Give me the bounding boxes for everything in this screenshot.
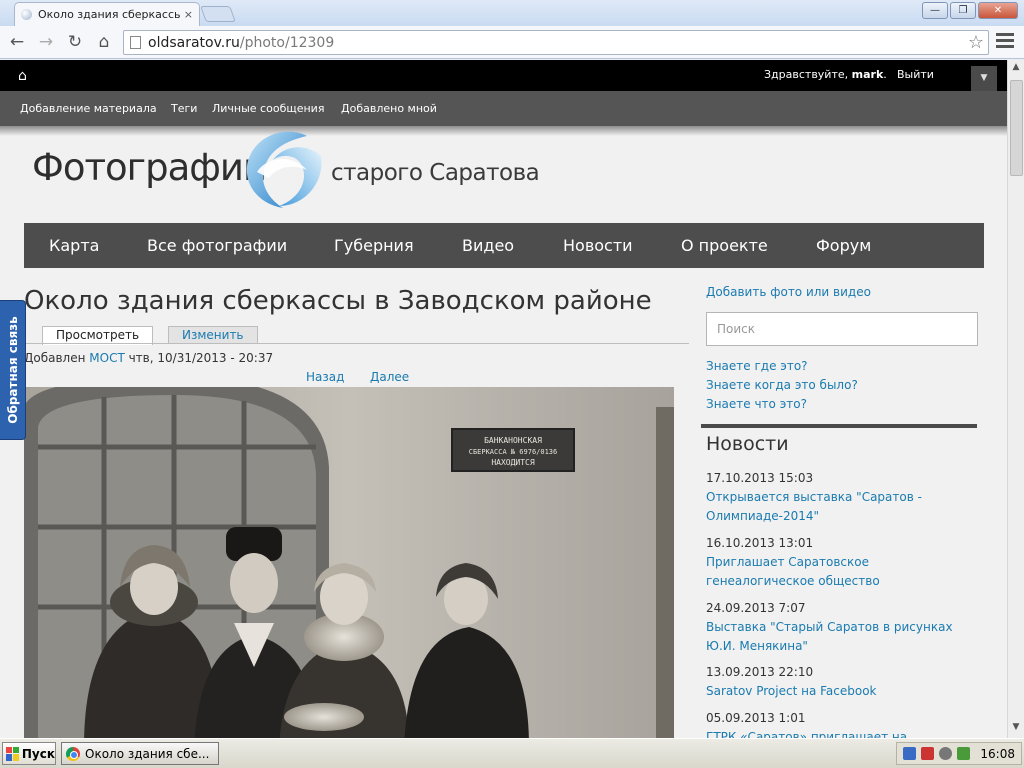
news-item-link[interactable]: Saratov Project на Facebook	[706, 682, 981, 701]
taskbar-item-label: Около здания сбе...	[85, 746, 210, 761]
submitted-date: чтв, 10/31/2013 - 20:37	[124, 351, 274, 365]
main-navigation: Карта Все фотографии Губерния Видео Ново…	[24, 223, 984, 268]
feedback-button[interactable]: Обратная связь	[0, 300, 26, 440]
nav-province[interactable]: Губерния	[334, 236, 414, 255]
page-icon	[130, 36, 141, 49]
address-bar[interactable]: oldsaratov.ru/photo/12309 ☆	[123, 30, 989, 55]
site-home-icon[interactable]: ⌂	[18, 68, 27, 84]
scroll-down-icon[interactable]: ▼	[1010, 722, 1022, 736]
taskbar-item-chrome[interactable]: Около здания сбе...	[61, 742, 219, 765]
forward-icon[interactable]: →	[35, 32, 57, 52]
next-link[interactable]: Далее	[370, 370, 409, 384]
back-icon[interactable]: ←	[6, 32, 28, 52]
system-tray: 16:08	[896, 742, 1022, 765]
nav-forum[interactable]: Форум	[816, 236, 871, 255]
admin-item-tags[interactable]: Теги	[171, 102, 197, 115]
nav-video[interactable]: Видео	[462, 236, 514, 255]
url-path: /photo/12309	[239, 34, 335, 51]
start-label: Пуск	[21, 746, 55, 761]
link-know-when[interactable]: Знаете когда это было?	[706, 378, 858, 392]
update-icon[interactable]	[957, 747, 970, 760]
admin-item-add-content[interactable]: Добавление материала	[20, 102, 157, 115]
browser-toolbar: ← → ↻ ⌂ oldsaratov.ru/photo/12309 ☆	[0, 26, 1024, 59]
user-greeting: Здравствуйте, mark.	[764, 68, 887, 81]
chrome-icon	[66, 746, 80, 761]
bookmark-star-icon[interactable]: ☆	[968, 32, 984, 53]
news-item-link[interactable]: ГТРК «Саратов» приглашает на	[706, 728, 981, 738]
plaque-line-2: СБЕРКАССА № 6976/0136	[469, 448, 558, 456]
news-item-link[interactable]: Открывается выставка "Саратов - Олимпиад…	[706, 488, 981, 526]
news-date: 05.09.2013 1:01	[706, 711, 806, 725]
submitted-info: Добавлен МОСТ чтв, 10/31/2013 - 20:37	[24, 351, 273, 365]
close-window-button[interactable]: ✕	[978, 2, 1018, 19]
home-icon[interactable]: ⌂	[93, 32, 115, 52]
username[interactable]: mark	[852, 68, 884, 81]
page-title: Около здания сберкассы в Заводском район…	[24, 286, 652, 316]
news-divider	[701, 424, 977, 428]
news-item-link[interactable]: Выставка "Старый Саратов в рисунках Ю.И.…	[706, 618, 981, 656]
greeting-text: Здравствуйте,	[764, 68, 852, 81]
plaque-line-1: БАНКАНОНСКАЯ	[484, 436, 542, 445]
window-controls: — ❐ ✕	[922, 2, 1018, 19]
browser-titlebar: Около здания сберкассы в × — ❐ ✕	[0, 0, 1024, 26]
link-know-where[interactable]: Знаете где это?	[706, 359, 808, 373]
header-shadow	[0, 126, 1007, 136]
news-item-link[interactable]: Приглашает Саратовское генеалогическое о…	[706, 553, 981, 591]
tab-edit[interactable]: Изменить	[168, 326, 258, 344]
logo-text-right[interactable]: старого Саратова	[331, 160, 540, 186]
admin-menu: Добавление материала Теги Личные сообщен…	[0, 91, 1007, 126]
news-date: 17.10.2013 15:03	[706, 471, 814, 485]
start-button[interactable]: Пуск	[2, 742, 56, 765]
news-heading: Новости	[706, 433, 789, 455]
site-user-bar: ⌂ Здравствуйте, mark. Выйти ▼	[0, 60, 1007, 91]
nav-all-photos[interactable]: Все фотографии	[147, 236, 287, 255]
add-photo-link[interactable]: Добавить фото или видео	[706, 285, 871, 299]
browser-tab-title: Около здания сберкассы в	[38, 8, 180, 21]
greeting-suffix: .	[883, 68, 887, 81]
admin-item-my-content[interactable]: Добавлено мной	[341, 102, 437, 115]
volume-icon[interactable]	[939, 747, 952, 760]
author-link[interactable]: МОСТ	[89, 351, 125, 365]
chevron-down-icon[interactable]: ▼	[971, 66, 997, 91]
plaque-line-3: НАХОДИТСЯ	[491, 458, 535, 467]
admin-item-messages[interactable]: Личные сообщения	[212, 102, 324, 115]
logo-text-left[interactable]: Фотографии	[32, 146, 267, 189]
windows-logo-icon	[6, 746, 19, 761]
nav-news[interactable]: Новости	[563, 236, 633, 255]
clock: 16:08	[980, 746, 1015, 761]
scroll-thumb[interactable]	[1010, 80, 1023, 176]
security-icon[interactable]	[921, 747, 934, 760]
main-photo[interactable]: БАНКАНОНСКАЯ СБЕРКАССА № 6976/0136 НАХОД…	[24, 387, 674, 738]
browser-tab[interactable]: Около здания сберкассы в ×	[14, 2, 200, 26]
page-scrollbar[interactable]: ▲ ▼	[1007, 60, 1024, 738]
news-date: 16.10.2013 13:01	[706, 536, 814, 550]
url-host: oldsaratov.ru	[148, 34, 240, 51]
reload-icon[interactable]: ↻	[64, 32, 86, 52]
photo-illustration: БАНКАНОНСКАЯ СБЕРКАССА № 6976/0136 НАХОД…	[24, 387, 674, 738]
logout-link[interactable]: Выйти	[897, 68, 934, 81]
news-date: 24.09.2013 7:07	[706, 601, 806, 615]
search-input[interactable]: Поиск	[706, 312, 978, 346]
link-know-what[interactable]: Знаете что это?	[706, 397, 807, 411]
minimize-button[interactable]: —	[922, 2, 948, 19]
os-taskbar: Пуск Около здания сбе... 16:08	[0, 738, 1024, 768]
scroll-up-icon[interactable]: ▲	[1010, 62, 1022, 76]
nav-map[interactable]: Карта	[49, 236, 99, 255]
nav-about[interactable]: О проекте	[681, 236, 768, 255]
new-tab-button[interactable]	[200, 6, 236, 22]
news-date: 13.09.2013 22:10	[706, 665, 814, 679]
restore-button[interactable]: ❐	[950, 2, 976, 19]
browser-menu-icon[interactable]	[996, 33, 1014, 51]
tabs-divider	[24, 343, 689, 344]
network-icon[interactable]	[903, 747, 916, 760]
logo-swirl-icon[interactable]	[243, 126, 327, 210]
close-tab-icon[interactable]: ×	[184, 8, 193, 21]
submitted-prefix: Добавлен	[24, 351, 90, 365]
page-viewport: ⌂ Здравствуйте, mark. Выйти ▼ Добавление…	[0, 60, 1007, 738]
prev-link[interactable]: Назад	[306, 370, 344, 384]
page-favicon-icon	[21, 9, 32, 20]
feedback-label: Обратная связь	[5, 316, 20, 424]
